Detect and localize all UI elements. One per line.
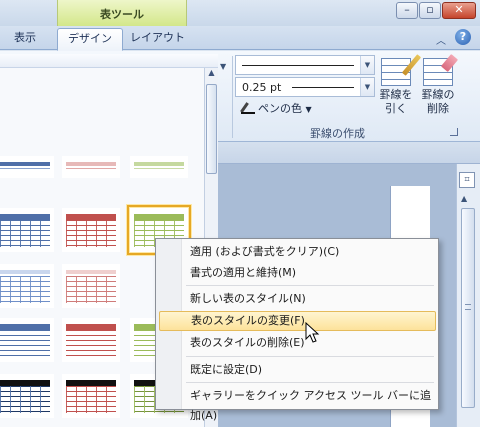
- draw-borders-button[interactable]: 罫線を 引く: [376, 55, 416, 123]
- menu-item-add-to-qat[interactable]: ギャラリーをクイック アクセス ツール バーに追加(A): [184, 386, 436, 422]
- tab-layout[interactable]: レイアウト: [120, 28, 195, 51]
- table-style-thumbnail[interactable]: [62, 264, 120, 308]
- chevron-down-icon[interactable]: ▼: [360, 56, 374, 74]
- draw-table-icon: [381, 58, 411, 86]
- menu-separator: [186, 382, 434, 383]
- context-group-label: 表ツール: [100, 8, 144, 21]
- menu-item-apply-clear[interactable]: 適用 (および書式をクリア)(C): [184, 242, 436, 262]
- group-label: 罫線の作成: [310, 127, 365, 140]
- menu-item-modify-style[interactable]: 表のスタイルの変更(F): [159, 311, 436, 331]
- pen-color-button[interactable]: ペンの色 ▼: [241, 100, 312, 116]
- pen-weight-combo[interactable]: 0.25 pt ▼: [235, 77, 375, 97]
- chevron-down-icon: ▼: [305, 105, 312, 114]
- table-style-thumbnail[interactable]: [62, 156, 120, 178]
- pen-color-label: ペンの色: [258, 102, 302, 115]
- table-style-thumbnail[interactable]: [62, 374, 120, 418]
- table-style-thumbnail[interactable]: [0, 374, 54, 418]
- ribbon-tabs: 表示 デザイン レイアウト ︿ ?: [0, 26, 480, 51]
- grip-icon: [465, 304, 471, 310]
- minimize-icon[interactable]: –: [396, 2, 418, 19]
- table-style-thumbnail[interactable]: [130, 156, 188, 178]
- dialog-launcher-icon[interactable]: [450, 128, 458, 136]
- close-icon[interactable]: ✕: [442, 2, 476, 19]
- gallery-header: [0, 54, 218, 68]
- table-style-thumbnail[interactable]: [62, 208, 120, 252]
- menu-item-apply-keep[interactable]: 書式の適用と維持(M): [184, 263, 436, 283]
- draw-borders-label-2: 引く: [385, 102, 407, 115]
- table-style-thumbnail[interactable]: [0, 264, 54, 308]
- scroll-up-arrow-icon[interactable]: ▲: [205, 68, 218, 82]
- pen-style-combo[interactable]: ▼: [235, 55, 375, 75]
- pen-weight-value: 0.25 pt: [242, 81, 282, 94]
- pen-color-icon: [241, 102, 255, 114]
- tab-design[interactable]: デザイン: [57, 28, 123, 51]
- scroll-up-arrow-icon[interactable]: ▲: [461, 194, 467, 203]
- vertical-scrollbar[interactable]: [456, 164, 480, 427]
- menu-separator: [186, 285, 434, 286]
- eraser-icon: [423, 58, 453, 86]
- table-style-thumbnail[interactable]: [0, 208, 54, 252]
- menu-item-set-default[interactable]: 既定に設定(D): [184, 360, 436, 380]
- erase-borders-label-2: 削除: [427, 102, 449, 115]
- pen-weight-line-icon: [292, 87, 354, 88]
- scroll-thumb[interactable]: [206, 84, 217, 174]
- title-strip: 表ツール – ▫ ✕: [0, 0, 480, 26]
- menu-item-new-style[interactable]: 新しい表のスタイル(N): [184, 289, 436, 309]
- ruler-toggle-icon[interactable]: ⌗: [459, 172, 475, 188]
- chevron-down-icon[interactable]: ▼: [360, 78, 374, 96]
- help-icon[interactable]: ?: [455, 29, 471, 45]
- table-tools-context-group: 表ツール: [57, 0, 187, 26]
- table-style-thumbnail[interactable]: [62, 318, 120, 362]
- erase-borders-label-1: 罫線の: [421, 88, 455, 101]
- menu-separator: [186, 356, 434, 357]
- draw-borders-label-1: 罫線を: [379, 88, 413, 101]
- restore-icon[interactable]: ▫: [419, 2, 441, 19]
- table-style-thumbnail[interactable]: [0, 156, 54, 178]
- gallery-more-arrow-icon[interactable]: ▼: [220, 62, 226, 71]
- mouse-cursor-icon: [305, 322, 320, 343]
- context-menu: 適用 (および書式をクリア)(C) 書式の適用と維持(M) 新しい表のスタイル(…: [155, 238, 439, 422]
- pen-style-line-icon: [242, 65, 354, 66]
- scroll-thumb[interactable]: [461, 208, 475, 408]
- tab-view[interactable]: 表示: [4, 28, 46, 51]
- erase-borders-button[interactable]: 罫線の 削除: [418, 55, 458, 123]
- document-toolbar-strip: [218, 142, 480, 164]
- table-style-thumbnail[interactable]: [0, 318, 54, 362]
- chevron-up-icon[interactable]: ︿: [436, 32, 446, 47]
